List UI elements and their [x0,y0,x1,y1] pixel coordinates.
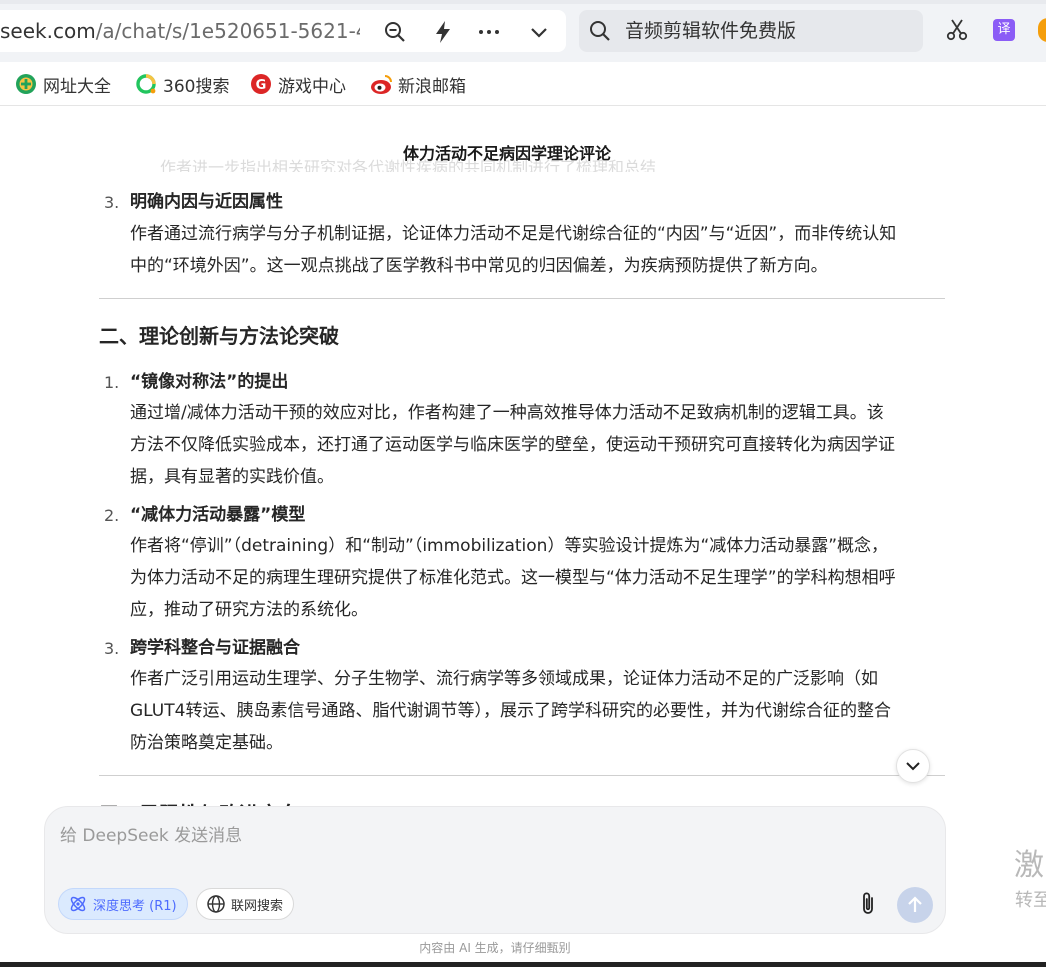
bookmark-item-2[interactable]: G 游戏中心 [250,72,346,97]
scissors-icon[interactable] [944,17,970,43]
watermark-text: 激 [1014,848,1044,883]
deep-think-label: 深度思考 (R1) [93,898,177,914]
list-number: 1. [104,373,120,392]
bookmarks-bar: 网址大全 360搜索 G 游戏中心 新浪邮箱 [0,62,1046,106]
bookmark-label: 360搜索 [163,76,230,97]
body-line: 中的“环境外因”。这一观点挑战了医学教科书中常见的归因偏差，为疾病预防提供了新方… [130,256,828,276]
translate-button[interactable]: 译 [991,17,1017,43]
list-item-body: 作者通过流行病学与分子机制证据，论证体力活动不足是代谢综合征的“内因”与“近因”… [130,218,946,282]
message-composer: 深度思考 (R1) 联网搜索 [44,806,946,934]
list-item-title: “减体力活动暴露”模型 [130,505,306,525]
search-box[interactable]: 音频剪辑软件免费版 [579,10,923,52]
body-line: 为体力活动不足的病理生理研究提供了标准化范式。这一模型与“体力活动不足生理学”的… [130,568,896,588]
atom-icon [68,894,88,914]
body-line: 作者广泛引用运动生理学、分子生物学、流行病学等多领域成果，论证体力活动不足的广泛… [130,669,878,689]
list-item-title: 跨学科整合与证据融合 [130,638,300,658]
body-line: 作者通过流行病学与分子机制证据，论证体力活动不足是代谢综合征的“内因”与“近因”… [130,224,897,244]
scroll-to-bottom-button[interactable] [896,749,930,783]
url-host: seek.com [0,19,96,43]
more-icon[interactable] [476,19,502,45]
list-item-body: 作者将“停训”（detraining）和“制动”（immobilization）… [130,530,946,626]
bookmark-label: 新浪邮箱 [398,76,466,97]
address-bar[interactable]: seek.com/a/chat/s/1e520651-5621-48 [0,10,566,52]
game-center-icon: G [250,73,272,95]
list-number: 2. [104,506,120,525]
body-line: 作者将“停训”（detraining）和“制动”（immobilization）… [130,536,889,556]
bookmark-label: 网址大全 [43,76,111,97]
360-search-icon [135,73,157,95]
body-line: 据，具有显著的实践价值。 [130,467,334,487]
chevron-down-icon[interactable] [526,19,552,45]
url-path: /a/chat/s/1e520651-5621-48 [95,19,360,43]
web-search-label: 联网搜索 [231,898,284,914]
globe-plus-icon [15,73,37,95]
globe-icon [206,894,226,914]
watermark-subtext: 转至 [1015,890,1046,911]
browser-toolbar: seek.com/a/chat/s/1e520651-5621-48 音频剪辑软… [0,0,1046,62]
message-input[interactable] [60,821,920,851]
url-text[interactable]: seek.com/a/chat/s/1e520651-5621-48 [0,18,360,44]
body-line: 方法不仅降低实验成本，还打通了运动医学与临床医学的壁垒，使运动干预研究可直接转化… [130,435,895,455]
divider [99,775,945,776]
list-item-body: 作者广泛引用运动生理学、分子生物学、流行病学等多领域成果，论证体力活动不足的广泛… [130,663,946,759]
arrow-up-icon [908,896,922,912]
list-item-title: 明确内因与近因属性 [130,192,283,212]
divider [99,298,945,299]
bookmark-item-3[interactable]: 新浪邮箱 [370,72,466,97]
ai-disclaimer: 内容由 AI 生成，请仔细甄别 [419,941,571,955]
list-number: 3. [104,193,120,212]
zoom-icon[interactable] [382,19,408,45]
send-button[interactable] [897,887,933,923]
bookmark-item-0[interactable]: 网址大全 [15,72,111,97]
toolbar-top-strip [0,0,1046,4]
bookmark-item-1[interactable]: 360搜索 [135,72,230,97]
search-icon [588,19,612,43]
clipped-text-line: 作者进一步指出相关研究对各代谢性疾病的共同机制进行了梳理和总结 [160,158,657,172]
svg-text:G: G [256,78,267,93]
section-heading: 二、理论创新与方法论突破 [99,324,339,348]
body-line: 通过增/减体力活动干预的效应对比，作者构建了一种高效推导体力活动不足致病机制的逻… [130,403,884,423]
attach-button[interactable] [854,889,882,919]
chevron-down-icon [906,762,920,771]
extension-icon[interactable] [1038,18,1046,42]
web-search-toggle[interactable]: 联网搜索 [196,888,295,920]
lightning-icon[interactable] [430,19,456,45]
search-suggestion-text[interactable]: 音频剪辑软件免费版 [625,19,796,43]
list-item-title: “镜像对称法”的提出 [130,372,289,392]
sina-mail-icon [370,73,392,95]
translate-icon: 译 [993,19,1015,41]
body-line: 应，推动了研究方法的系统化。 [130,600,368,620]
paperclip-icon [863,892,873,914]
deep-think-toggle[interactable]: 深度思考 (R1) [58,888,188,920]
taskbar-edge [0,962,1046,967]
bookmark-label: 游戏中心 [278,76,346,97]
list-number: 3. [104,639,120,658]
list-item-body: 通过增/减体力活动干预的效应对比，作者构建了一种高效推导体力活动不足致病机制的逻… [130,397,946,493]
body-line: 防治策略奠定基础。 [130,733,283,753]
body-line: GLUT4转运、胰岛素信号通路、脂代谢调节等），展示了跨学科研究的必要性，并为代… [130,701,891,721]
